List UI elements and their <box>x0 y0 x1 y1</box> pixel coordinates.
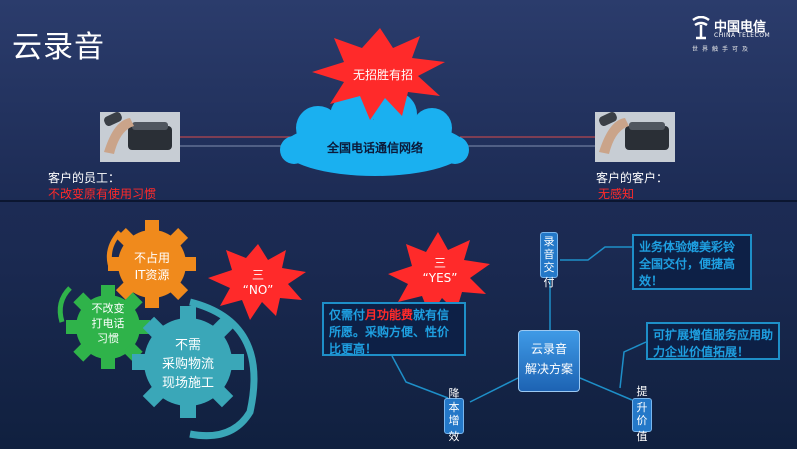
teal-gear-line2: 采购物流 <box>161 357 214 372</box>
star-yes-text: 三 “YES” <box>410 256 470 286</box>
left-customer-label: 客户的员工： <box>48 171 121 185</box>
green-gear-line2: 打电话 <box>91 317 125 330</box>
node-left-c2: 本 <box>448 401 460 414</box>
green-gear-line3: 习惯 <box>97 332 119 345</box>
teal-gear-text: 不需 采购物流 现场施工 <box>148 336 228 393</box>
callout-box-right: 可扩展增值服务应用助力企业价值拓展！ <box>646 322 780 360</box>
line-right-node <box>579 377 633 401</box>
teal-gear-line1: 不需 <box>174 338 201 353</box>
green-arc <box>57 286 72 323</box>
node-right-c3: 价 <box>636 414 648 427</box>
callout-box-top: 业务体验媲美彩铃全国交付，便捷高效！ <box>632 234 752 290</box>
star-no-line2: “NO” <box>242 283 274 297</box>
star-no-text: 三 “NO” <box>228 268 288 298</box>
star-top-text: 无招胜有招 <box>352 68 413 82</box>
node-right-c1: 提 <box>636 385 648 398</box>
right-customer-label: 客户的客户： <box>596 171 669 185</box>
node-right-c2: 升 <box>636 401 648 414</box>
teal-gear-line3: 现场施工 <box>161 376 214 391</box>
center-line2: 解决方案 <box>524 362 573 376</box>
orange-gear-line1: 不占用 <box>133 251 170 265</box>
node-left-c1: 降 <box>448 387 460 400</box>
node-top-c3: 交 <box>543 261 555 274</box>
green-gear-text: 不改变 打电话 习惯 <box>80 301 136 346</box>
callout-left-pre: 仅需付 <box>329 308 366 322</box>
center-solution-box: 云录音 解决方案 <box>518 330 580 392</box>
line-left-node <box>469 377 519 403</box>
star-yes-line2: “YES” <box>422 271 458 285</box>
node-left-c3: 增 <box>448 414 460 427</box>
star-no-line1: 三 <box>251 268 264 282</box>
callout-top-pointer <box>560 246 632 261</box>
node-left-c4: 效 <box>448 430 460 443</box>
callout-left-pointer <box>391 355 449 399</box>
phone-left-icon <box>100 111 180 162</box>
node-top-c4: 付 <box>543 276 555 289</box>
node-right-c4: 值 <box>636 430 648 443</box>
callout-box-left: 仅需付月功能费就有信所愿。采购方便、性价比更高！ <box>322 302 466 356</box>
center-line1: 云录音 <box>530 342 567 356</box>
orange-gear-text: 不占用 IT资源 <box>122 250 182 284</box>
phone-right-icon <box>595 111 675 162</box>
callout-left-red: 月功能费 <box>365 308 414 322</box>
orange-gear-line2: IT资源 <box>134 268 170 282</box>
node-top: 录 音 交 <box>540 232 558 278</box>
node-right: 升 价 <box>632 398 652 432</box>
cloud-text: 全国电话通信网络 <box>326 141 423 155</box>
callout-right-pointer <box>619 341 647 389</box>
star-yes-line1: 三 <box>433 256 446 270</box>
green-gear-line1: 不改变 <box>91 302 125 315</box>
node-top-c2: 音 <box>543 248 555 261</box>
node-top-c1: 录 <box>543 235 555 248</box>
